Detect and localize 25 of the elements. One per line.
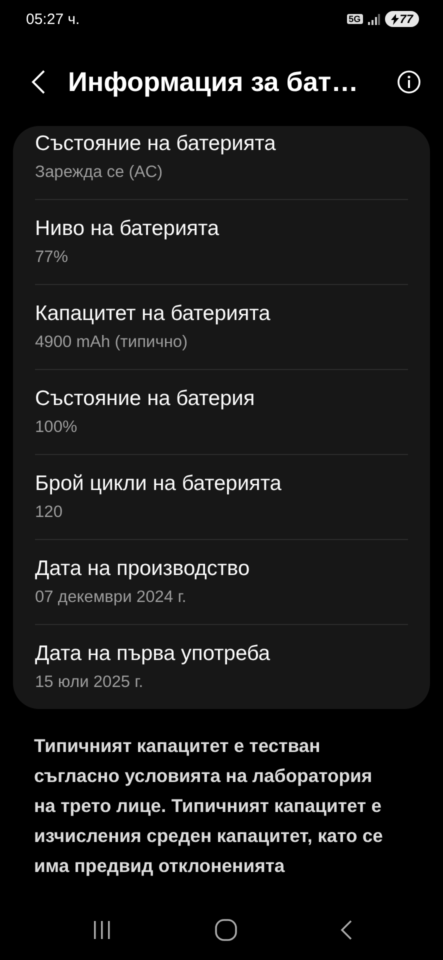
home-icon[interactable] [214, 919, 236, 941]
back-nav-icon[interactable] [340, 920, 352, 940]
item-value: 77% [35, 248, 70, 267]
item-value: 07 декември 2024 г. [35, 588, 188, 607]
item-title: Дата на производство [35, 557, 251, 581]
item-title: Брой цикли на батерията [35, 472, 282, 496]
item-value: 15 юли 2025 г. [35, 673, 144, 692]
item-title: Капацитет на батерията [35, 302, 272, 326]
page-title: Информация за бат… [68, 66, 360, 98]
item-value: 120 [35, 503, 64, 522]
item-title: Ниво на батерията [35, 217, 220, 241]
item-value: 4900 mAh (типично) [35, 333, 189, 352]
signal-icon [368, 14, 380, 24]
item-title: Състояние на батерия [35, 387, 256, 411]
recent-apps-icon[interactable] [92, 921, 112, 939]
item-title: Състояние на батерията [35, 132, 277, 156]
item-title: Дата на първа употреба [35, 642, 272, 666]
battery-indicator: 77 [384, 11, 419, 27]
capacity-note: Типичният капацитет е тестван съгласно условията на лаборатория на трето лице. Типичният капацитет е изчисления среден капацитет, като се има предвид отклоненията [34, 734, 384, 878]
back-button[interactable] [30, 69, 46, 95]
item-value: Зарежда се (AC) [35, 163, 164, 182]
item-value: 100% [35, 418, 78, 437]
network-type: 5G [346, 14, 363, 24]
info-button[interactable] [397, 70, 421, 94]
status-time: 05:27 ч. [26, 10, 80, 28]
